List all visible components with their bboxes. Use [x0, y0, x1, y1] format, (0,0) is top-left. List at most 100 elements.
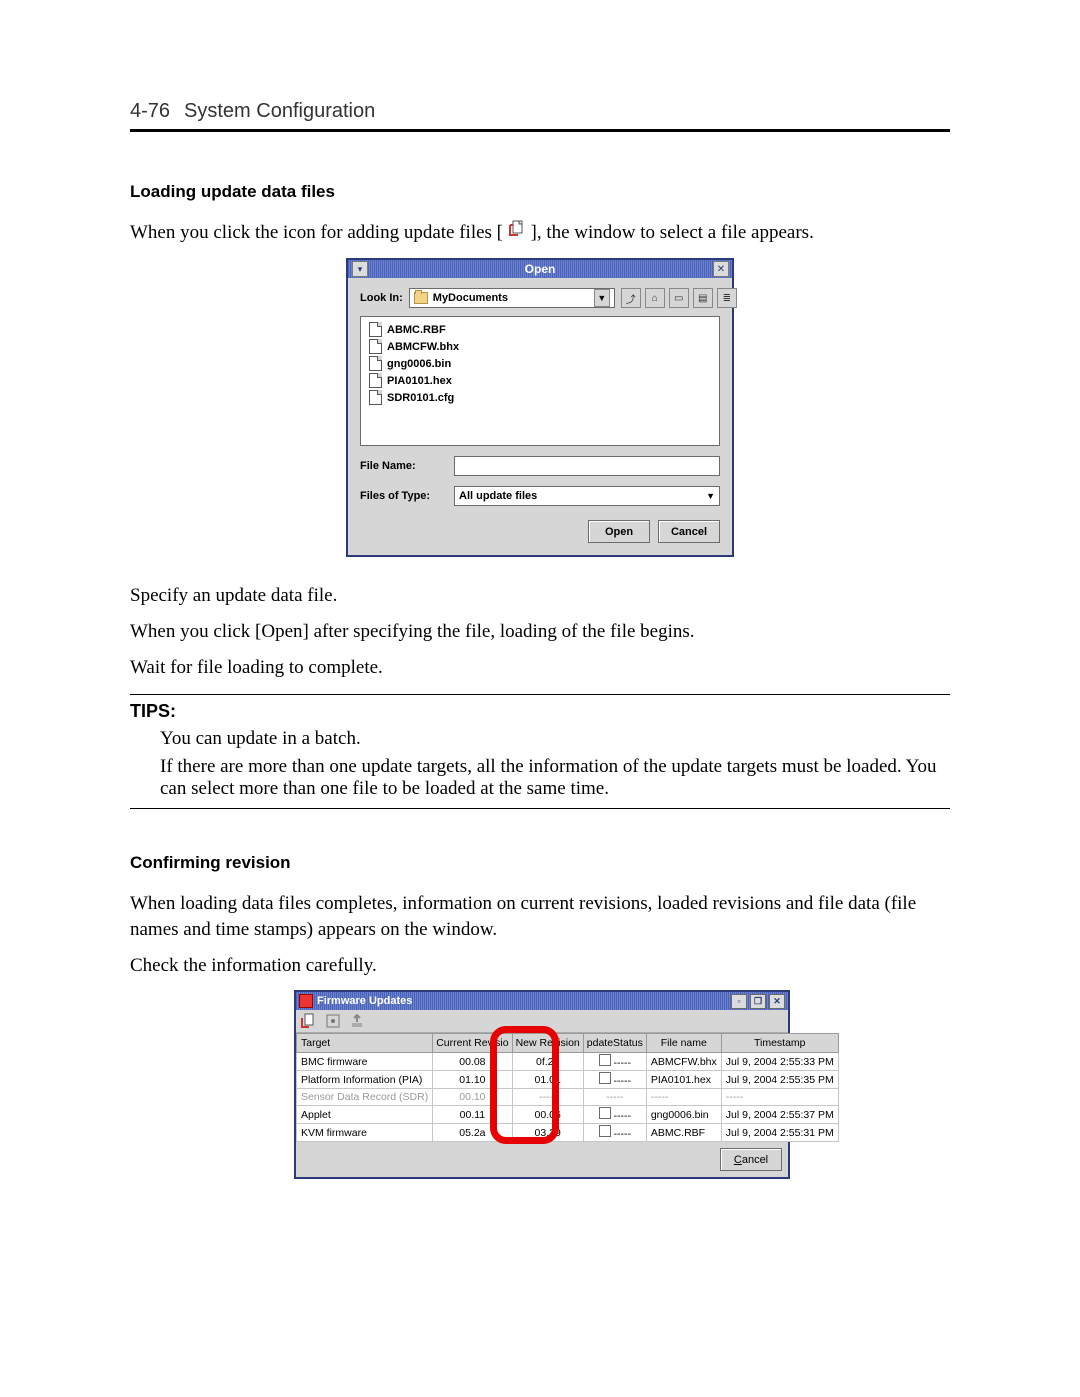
section-title-confirming: Confirming revision — [130, 853, 950, 873]
firmware-table: Target Current Revisio New Revision pdat… — [296, 1033, 839, 1142]
file-icon — [369, 322, 382, 337]
file-type-label: Files of Type: — [360, 490, 446, 502]
cell-current-revision: 01.10 — [433, 1071, 512, 1089]
cell-new-revision: 00.06 — [512, 1106, 583, 1124]
table-row[interactable]: Sensor Data Record (SDR)00.10-----------… — [297, 1089, 839, 1106]
tips-heading: TIPS: — [130, 701, 950, 722]
chevron-down-icon[interactable]: ▼ — [594, 289, 610, 307]
add-file-icon[interactable] — [300, 1012, 318, 1030]
checkbox[interactable] — [599, 1072, 611, 1084]
checkbox[interactable] — [599, 1125, 611, 1137]
add-file-icon — [508, 219, 526, 245]
file-icon — [369, 339, 382, 354]
cell-update-status: ----- — [583, 1106, 646, 1124]
dialog-titlebar[interactable]: ▾ Open ✕ — [348, 260, 732, 278]
table-row[interactable]: BMC firmware00.080f.21 -----ABMCFW.bhxJu… — [297, 1053, 839, 1071]
tips-text: If there are more than one update target… — [160, 756, 950, 800]
file-item[interactable]: SDR0101.cfg — [361, 389, 719, 406]
cell-update-status: ----- — [583, 1089, 646, 1106]
cell-target: Sensor Data Record (SDR) — [297, 1089, 433, 1106]
detail-view-button[interactable]: ≣ — [717, 288, 737, 308]
body-text: When loading data files completes, infor… — [130, 891, 950, 942]
file-name-label: File Name: — [360, 460, 446, 472]
cell-target: Applet — [297, 1106, 433, 1124]
cell-target: BMC firmware — [297, 1053, 433, 1071]
file-type-select[interactable]: All update files ▼ — [454, 486, 720, 506]
col-target[interactable]: Target — [297, 1034, 433, 1053]
list-view-button[interactable]: ▤ — [693, 288, 713, 308]
section-title-loading: Loading update data files — [130, 182, 950, 202]
table-row[interactable]: Platform Information (PIA)01.1001.01 ---… — [297, 1071, 839, 1089]
cell-target: Platform Information (PIA) — [297, 1071, 433, 1089]
close-icon[interactable]: ✕ — [713, 261, 729, 277]
col-current-revision[interactable]: Current Revisio — [433, 1034, 512, 1053]
cell-timestamp: Jul 9, 2004 2:55:35 PM — [721, 1071, 838, 1089]
file-item[interactable]: ABMC.RBF — [361, 321, 719, 338]
look-in-value: MyDocuments — [433, 292, 508, 304]
cell-file-name: ABMCFW.bhx — [646, 1053, 721, 1071]
checkbox[interactable] — [599, 1107, 611, 1119]
app-icon — [299, 994, 313, 1008]
write-icon[interactable] — [324, 1012, 342, 1030]
file-icon — [369, 373, 382, 388]
home-button[interactable]: ⌂ — [645, 288, 665, 308]
new-folder-button[interactable]: ▭ — [669, 288, 689, 308]
cancel-button[interactable]: Cancel — [658, 520, 720, 543]
cell-file-name: gng0006.bin — [646, 1106, 721, 1124]
checkbox[interactable] — [599, 1054, 611, 1066]
firmware-updates-window: Firmware Updates ▫ ❐ ✕ — [294, 990, 790, 1179]
file-list[interactable]: ABMC.RBF ABMCFW.bhx gng0006.bin PIA0101.… — [360, 316, 720, 446]
cell-current-revision: 05.2a — [433, 1124, 512, 1142]
cell-timestamp: Jul 9, 2004 2:55:31 PM — [721, 1124, 838, 1142]
file-item[interactable]: ABMCFW.bhx — [361, 338, 719, 355]
cell-timestamp: Jul 9, 2004 2:55:37 PM — [721, 1106, 838, 1124]
cell-update-status: ----- — [583, 1124, 646, 1142]
page-header: 4-76 System Configuration — [130, 100, 950, 123]
cell-update-status: ----- — [583, 1053, 646, 1071]
cell-timestamp: ----- — [721, 1089, 838, 1106]
minimize-icon[interactable]: ▫ — [731, 994, 747, 1009]
col-new-revision[interactable]: New Revision — [512, 1034, 583, 1053]
file-icon — [369, 390, 382, 405]
file-item[interactable]: PIA0101.hex — [361, 372, 719, 389]
cell-current-revision: 00.08 — [433, 1053, 512, 1071]
cancel-button[interactable]: Cancel — [720, 1148, 782, 1171]
file-icon — [369, 356, 382, 371]
table-row[interactable]: KVM firmware05.2a03.29 -----ABMC.RBFJul … — [297, 1124, 839, 1142]
col-timestamp[interactable]: Timestamp — [721, 1034, 838, 1053]
folder-icon — [414, 292, 428, 304]
cell-file-name: ABMC.RBF — [646, 1124, 721, 1142]
cell-new-revision: 0f.21 — [512, 1053, 583, 1071]
table-row[interactable]: Applet00.1100.06 -----gng0006.binJul 9, … — [297, 1106, 839, 1124]
chevron-down-icon[interactable]: ▼ — [706, 491, 715, 501]
look-in-combo[interactable]: MyDocuments ▼ — [409, 288, 615, 308]
intro-text-a: When you click the icon for adding updat… — [130, 222, 503, 243]
header-rule — [130, 129, 950, 132]
cell-new-revision: 01.01 — [512, 1071, 583, 1089]
cell-file-name: ----- — [646, 1089, 721, 1106]
open-button[interactable]: Open — [588, 520, 650, 543]
tips-rule-top — [130, 694, 950, 695]
body-text: Check the information carefully. — [130, 953, 950, 979]
file-item[interactable]: gng0006.bin — [361, 355, 719, 372]
col-update-status[interactable]: pdateStatus — [583, 1034, 646, 1053]
close-icon[interactable]: ✕ — [769, 994, 785, 1009]
cell-timestamp: Jul 9, 2004 2:55:33 PM — [721, 1053, 838, 1071]
up-folder-button[interactable]: ⤴ — [621, 288, 641, 308]
cell-new-revision: ----- — [512, 1089, 583, 1106]
cell-current-revision: 00.11 — [433, 1106, 512, 1124]
cell-new-revision: 03.29 — [512, 1124, 583, 1142]
firmware-toolbar — [296, 1010, 788, 1033]
look-in-label: Look In: — [360, 292, 403, 304]
col-file-name[interactable]: File name — [646, 1034, 721, 1053]
open-file-dialog: ▾ Open ✕ Look In: MyDocuments ▼ ⤴ ⌂ ▭ ▤ … — [346, 258, 734, 557]
firmware-title: Firmware Updates — [317, 995, 412, 1007]
body-text: When you click [Open] after specifying t… — [130, 619, 950, 645]
maximize-icon[interactable]: ❐ — [750, 994, 766, 1009]
start-icon[interactable] — [348, 1012, 366, 1030]
body-text: Wait for file loading to complete. — [130, 655, 950, 681]
file-name-input[interactable] — [454, 456, 720, 476]
cell-update-status: ----- — [583, 1071, 646, 1089]
section-name: System Configuration — [184, 100, 375, 123]
firmware-titlebar[interactable]: Firmware Updates ▫ ❐ ✕ — [296, 992, 788, 1010]
